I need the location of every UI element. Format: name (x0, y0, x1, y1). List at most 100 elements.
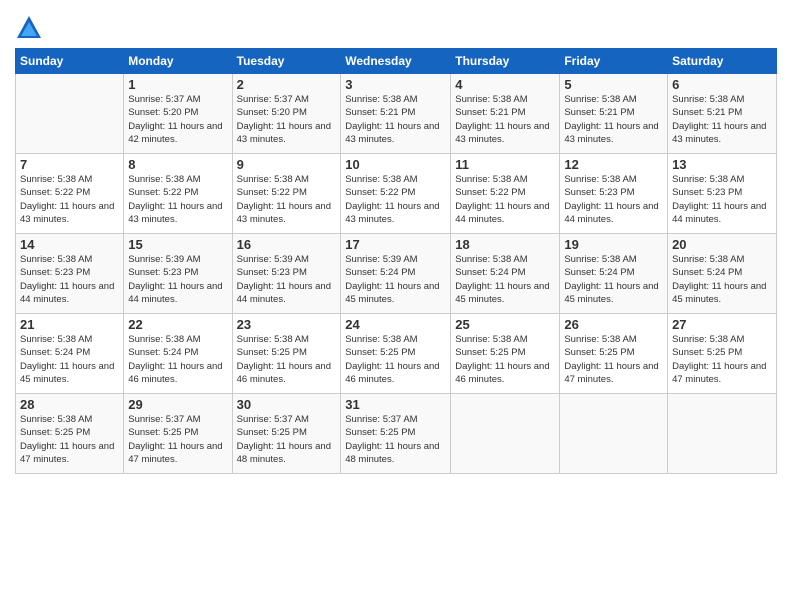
header (15, 10, 777, 42)
day-number: 12 (564, 157, 663, 172)
day-number: 4 (455, 77, 555, 92)
day-info: Sunrise: 5:38 AMSunset: 5:25 PMDaylight:… (455, 333, 555, 386)
day-cell (16, 74, 124, 154)
day-info: Sunrise: 5:39 AMSunset: 5:24 PMDaylight:… (345, 253, 446, 306)
day-cell: 23Sunrise: 5:38 AMSunset: 5:25 PMDayligh… (232, 314, 341, 394)
day-cell: 25Sunrise: 5:38 AMSunset: 5:25 PMDayligh… (451, 314, 560, 394)
day-number: 17 (345, 237, 446, 252)
day-info: Sunrise: 5:38 AMSunset: 5:21 PMDaylight:… (564, 93, 663, 146)
day-cell: 12Sunrise: 5:38 AMSunset: 5:23 PMDayligh… (560, 154, 668, 234)
day-cell: 16Sunrise: 5:39 AMSunset: 5:23 PMDayligh… (232, 234, 341, 314)
day-number: 5 (564, 77, 663, 92)
day-number: 2 (237, 77, 337, 92)
day-number: 13 (672, 157, 772, 172)
page-container: SundayMondayTuesdayWednesdayThursdayFrid… (0, 0, 792, 484)
day-info: Sunrise: 5:37 AMSunset: 5:20 PMDaylight:… (128, 93, 227, 146)
day-info: Sunrise: 5:37 AMSunset: 5:20 PMDaylight:… (237, 93, 337, 146)
day-info: Sunrise: 5:38 AMSunset: 5:25 PMDaylight:… (672, 333, 772, 386)
day-cell: 20Sunrise: 5:38 AMSunset: 5:24 PMDayligh… (668, 234, 777, 314)
day-cell: 30Sunrise: 5:37 AMSunset: 5:25 PMDayligh… (232, 394, 341, 474)
day-number: 16 (237, 237, 337, 252)
day-number: 7 (20, 157, 119, 172)
header-cell-saturday: Saturday (668, 49, 777, 74)
day-number: 28 (20, 397, 119, 412)
day-info: Sunrise: 5:38 AMSunset: 5:22 PMDaylight:… (128, 173, 227, 226)
calendar-table: SundayMondayTuesdayWednesdayThursdayFrid… (15, 48, 777, 474)
day-cell (560, 394, 668, 474)
day-info: Sunrise: 5:38 AMSunset: 5:25 PMDaylight:… (20, 413, 119, 466)
day-cell: 18Sunrise: 5:38 AMSunset: 5:24 PMDayligh… (451, 234, 560, 314)
day-cell: 7Sunrise: 5:38 AMSunset: 5:22 PMDaylight… (16, 154, 124, 234)
day-cell: 26Sunrise: 5:38 AMSunset: 5:25 PMDayligh… (560, 314, 668, 394)
day-info: Sunrise: 5:38 AMSunset: 5:23 PMDaylight:… (564, 173, 663, 226)
day-info: Sunrise: 5:38 AMSunset: 5:22 PMDaylight:… (20, 173, 119, 226)
day-number: 30 (237, 397, 337, 412)
day-cell: 8Sunrise: 5:38 AMSunset: 5:22 PMDaylight… (124, 154, 232, 234)
day-cell: 1Sunrise: 5:37 AMSunset: 5:20 PMDaylight… (124, 74, 232, 154)
day-number: 31 (345, 397, 446, 412)
day-cell: 6Sunrise: 5:38 AMSunset: 5:21 PMDaylight… (668, 74, 777, 154)
day-cell (668, 394, 777, 474)
day-info: Sunrise: 5:38 AMSunset: 5:25 PMDaylight:… (237, 333, 337, 386)
day-number: 23 (237, 317, 337, 332)
day-info: Sunrise: 5:38 AMSunset: 5:24 PMDaylight:… (128, 333, 227, 386)
day-number: 8 (128, 157, 227, 172)
day-info: Sunrise: 5:38 AMSunset: 5:25 PMDaylight:… (564, 333, 663, 386)
day-number: 27 (672, 317, 772, 332)
day-number: 6 (672, 77, 772, 92)
day-number: 15 (128, 237, 227, 252)
day-info: Sunrise: 5:37 AMSunset: 5:25 PMDaylight:… (345, 413, 446, 466)
header-cell-thursday: Thursday (451, 49, 560, 74)
day-cell: 22Sunrise: 5:38 AMSunset: 5:24 PMDayligh… (124, 314, 232, 394)
day-info: Sunrise: 5:38 AMSunset: 5:23 PMDaylight:… (20, 253, 119, 306)
header-cell-tuesday: Tuesday (232, 49, 341, 74)
week-row-1: 1Sunrise: 5:37 AMSunset: 5:20 PMDaylight… (16, 74, 777, 154)
day-info: Sunrise: 5:39 AMSunset: 5:23 PMDaylight:… (237, 253, 337, 306)
day-cell: 5Sunrise: 5:38 AMSunset: 5:21 PMDaylight… (560, 74, 668, 154)
day-info: Sunrise: 5:38 AMSunset: 5:21 PMDaylight:… (345, 93, 446, 146)
day-info: Sunrise: 5:38 AMSunset: 5:22 PMDaylight:… (237, 173, 337, 226)
day-number: 11 (455, 157, 555, 172)
day-number: 1 (128, 77, 227, 92)
day-info: Sunrise: 5:38 AMSunset: 5:25 PMDaylight:… (345, 333, 446, 386)
day-cell: 3Sunrise: 5:38 AMSunset: 5:21 PMDaylight… (341, 74, 451, 154)
header-row: SundayMondayTuesdayWednesdayThursdayFrid… (16, 49, 777, 74)
day-info: Sunrise: 5:38 AMSunset: 5:22 PMDaylight:… (455, 173, 555, 226)
header-cell-sunday: Sunday (16, 49, 124, 74)
day-info: Sunrise: 5:38 AMSunset: 5:21 PMDaylight:… (455, 93, 555, 146)
week-row-4: 21 Sunrise: 5:38 AMSunset: 5:24 PMDayligh… (16, 314, 777, 394)
day-info: Sunrise: 5:38 AMSunset: 5:24 PMDaylight:… (455, 253, 555, 306)
day-cell: 9Sunrise: 5:38 AMSunset: 5:22 PMDaylight… (232, 154, 341, 234)
day-number: 3 (345, 77, 446, 92)
day-cell (451, 394, 560, 474)
header-cell-wednesday: Wednesday (341, 49, 451, 74)
day-number: 25 (455, 317, 555, 332)
day-cell: 2Sunrise: 5:37 AMSunset: 5:20 PMDaylight… (232, 74, 341, 154)
day-info: Sunrise: 5:38 AMSunset: 5:24 PMDaylight:… (672, 253, 772, 306)
day-info: Sunrise: 5:38 AMSunset: 5:23 PMDaylight:… (672, 173, 772, 226)
day-number: 26 (564, 317, 663, 332)
day-cell: 11Sunrise: 5:38 AMSunset: 5:22 PMDayligh… (451, 154, 560, 234)
logo (15, 14, 47, 42)
day-info: Sunrise: 5:39 AMSunset: 5:23 PMDaylight:… (128, 253, 227, 306)
header-cell-friday: Friday (560, 49, 668, 74)
day-cell: 24Sunrise: 5:38 AMSunset: 5:25 PMDayligh… (341, 314, 451, 394)
day-cell: 14Sunrise: 5:38 AMSunset: 5:23 PMDayligh… (16, 234, 124, 314)
day-info: Sunrise: 5:38 AMSunset: 5:24 PMDaylight:… (564, 253, 663, 306)
day-number: 24 (345, 317, 446, 332)
week-row-3: 14Sunrise: 5:38 AMSunset: 5:23 PMDayligh… (16, 234, 777, 314)
logo-icon (15, 14, 43, 42)
day-number: 10 (345, 157, 446, 172)
day-cell: 15Sunrise: 5:39 AMSunset: 5:23 PMDayligh… (124, 234, 232, 314)
day-number: 22 (128, 317, 227, 332)
day-number: 20 (672, 237, 772, 252)
day-cell: 10Sunrise: 5:38 AMSunset: 5:22 PMDayligh… (341, 154, 451, 234)
day-cell: 19Sunrise: 5:38 AMSunset: 5:24 PMDayligh… (560, 234, 668, 314)
day-number: 29 (128, 397, 227, 412)
day-number: 21 (20, 317, 119, 332)
day-number: 18 (455, 237, 555, 252)
day-cell: 31Sunrise: 5:37 AMSunset: 5:25 PMDayligh… (341, 394, 451, 474)
day-number: 14 (20, 237, 119, 252)
week-row-2: 7Sunrise: 5:38 AMSunset: 5:22 PMDaylight… (16, 154, 777, 234)
day-info: Sunrise: 5:37 AMSunset: 5:25 PMDaylight:… (237, 413, 337, 466)
